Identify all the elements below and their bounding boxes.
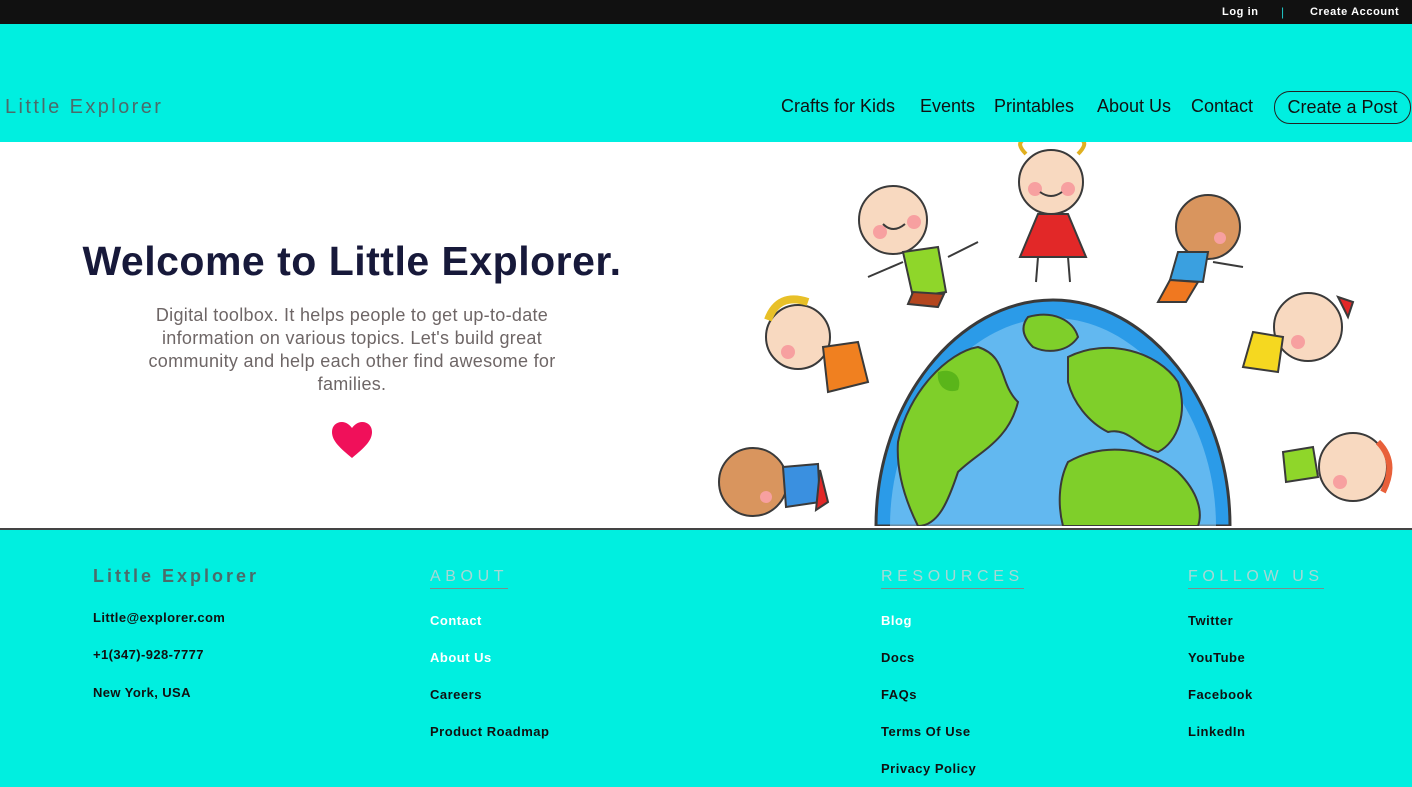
- nav-printables[interactable]: Printables: [994, 96, 1074, 117]
- kid-3: [1156, 194, 1244, 303]
- kid-4: [764, 295, 870, 394]
- footer-heading-about: ABOUT: [430, 568, 509, 589]
- kid-5: [1241, 292, 1355, 374]
- kid-6: [718, 447, 830, 517]
- footer-link-faqs[interactable]: FAQs: [881, 687, 917, 702]
- kids-around-globe-illustration: [718, 142, 1393, 526]
- footer-link-blog[interactable]: Blog: [881, 613, 912, 628]
- footer-link-linkedin[interactable]: LinkedIn: [1188, 724, 1245, 739]
- login-link[interactable]: Log in: [1222, 6, 1259, 18]
- site-logo[interactable]: Little Explorer: [5, 96, 163, 119]
- footer-heading-follow: FOLLOW US: [1188, 568, 1324, 589]
- hero-title: Welcome to Little Explorer.: [82, 238, 622, 284]
- create-post-button[interactable]: Create a Post: [1274, 91, 1411, 124]
- nav-crafts-for-kids[interactable]: Crafts for Kids: [781, 96, 895, 117]
- footer-link-contact[interactable]: Contact: [430, 613, 482, 628]
- kid-2: [1018, 142, 1088, 283]
- nav-events[interactable]: Events: [920, 96, 975, 117]
- footer-link-terms[interactable]: Terms Of Use: [881, 724, 971, 739]
- footer-brand: Little Explorer: [93, 566, 260, 586]
- site-footer: Little Explorer Little@explorer.com +1(3…: [0, 530, 1412, 787]
- kid-7: [1281, 432, 1393, 502]
- footer-link-youtube[interactable]: YouTube: [1188, 650, 1245, 665]
- hero-description: Digital toolbox. It helps people to get …: [148, 305, 556, 394]
- globe: [874, 298, 1232, 526]
- footer-link-facebook[interactable]: Facebook: [1188, 687, 1253, 702]
- site-header: Little Explorer Crafts for Kids Events P…: [0, 24, 1412, 142]
- heart-icon: [332, 422, 372, 458]
- footer-link-product-roadmap[interactable]: Product Roadmap: [430, 724, 549, 739]
- footer-link-docs[interactable]: Docs: [881, 650, 915, 665]
- topbar-separator: |: [1281, 5, 1285, 19]
- footer-heading-resources: RESOURCES: [881, 568, 1024, 589]
- hero-section: Welcome to Little Explorer. Digital tool…: [0, 142, 1412, 528]
- footer-phone: +1(347)-928-7777: [93, 647, 204, 662]
- footer-link-twitter[interactable]: Twitter: [1188, 613, 1233, 628]
- footer-link-careers[interactable]: Careers: [430, 687, 482, 702]
- top-bar: Log in | Create Account: [0, 0, 1412, 24]
- nav-contact[interactable]: Contact: [1191, 96, 1253, 117]
- nav-about-us[interactable]: About Us: [1097, 96, 1171, 117]
- create-account-link[interactable]: Create Account: [1310, 6, 1399, 18]
- footer-location: New York, USA: [93, 685, 191, 700]
- footer-link-privacy[interactable]: Privacy Policy: [881, 761, 976, 776]
- footer-link-about-us[interactable]: About Us: [430, 650, 492, 665]
- footer-email[interactable]: Little@explorer.com: [93, 610, 225, 625]
- kid-1: [858, 185, 979, 309]
